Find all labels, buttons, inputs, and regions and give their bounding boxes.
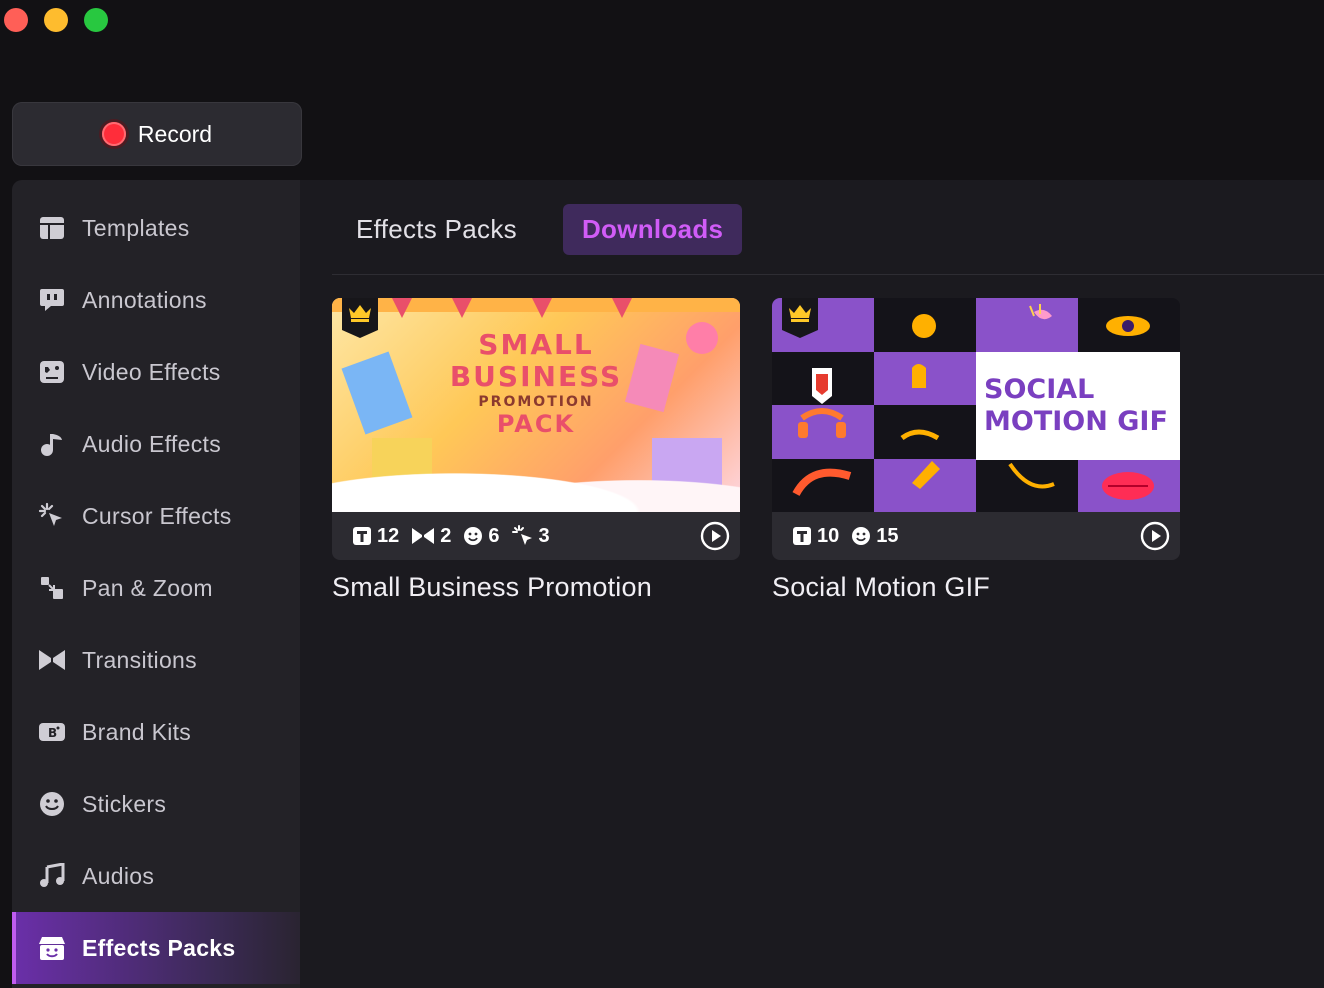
stickers-count: 15	[876, 524, 899, 547]
sidebar-item-annotations[interactable]: Annotations	[12, 264, 300, 336]
pack-title: Social Motion GIF	[772, 572, 990, 602]
transitions-icon	[38, 646, 66, 674]
tab-effects-packs[interactable]: Effects Packs	[340, 204, 533, 255]
premium-crown-icon	[342, 298, 378, 338]
sidebar-item-label: Templates	[82, 214, 190, 241]
tab-divider	[332, 274, 1324, 275]
sidebar-item-transitions[interactable]: Transitions	[12, 624, 300, 696]
pack-stats: 12 2 6 3	[332, 512, 740, 560]
premium-crown-icon	[782, 298, 818, 338]
effects-packs-icon	[38, 934, 66, 962]
titles-count: 12	[377, 524, 400, 547]
titles-count: 10	[817, 524, 840, 547]
thumbnail-title-panel: SOCIAL MOTION GIF	[976, 352, 1180, 460]
audio-effects-icon	[38, 430, 66, 458]
record-label: Record	[137, 120, 213, 147]
thumb-text: PROMOTION	[478, 394, 594, 410]
sidebar-item-label: Audios	[82, 862, 155, 889]
sidebar-item-label: Brand Kits	[82, 718, 192, 745]
pan-zoom-icon	[38, 574, 66, 602]
close-window-button[interactable]	[4, 8, 28, 32]
transitions-count: 2	[440, 524, 452, 547]
thumb-text: BUSINESS	[449, 360, 623, 393]
window-controls	[4, 8, 108, 32]
record-button[interactable]: Record	[12, 102, 302, 166]
sidebar-item-audio-effects[interactable]: Audio Effects	[12, 408, 300, 480]
brand-kits-icon: B	[38, 718, 66, 746]
titles-stat: 12	[352, 525, 399, 548]
tab-bar: Effects Packs Downloads	[340, 204, 743, 255]
stickers-stat: 15	[851, 524, 899, 548]
sidebar-item-audios[interactable]: Audios	[12, 840, 300, 912]
minimize-window-button[interactable]	[44, 8, 68, 32]
tab-downloads[interactable]: Downloads	[562, 204, 743, 255]
annotations-icon	[38, 286, 66, 314]
sidebar-item-label: Video Effects	[82, 358, 221, 385]
main-content: Effects Packs Downloads SMALL BUSINESS P…	[300, 180, 1324, 988]
cursor-effects-icon	[38, 502, 66, 530]
sidebar-item-stickers[interactable]: Stickers	[12, 768, 300, 840]
sidebar-item-label: Cursor Effects	[82, 502, 232, 529]
preview-play-icon[interactable]	[1140, 521, 1170, 557]
stickers-icon	[38, 790, 66, 818]
sidebar-item-cursor-effects[interactable]: Cursor Effects	[12, 480, 300, 552]
titles-stat: 10	[792, 525, 839, 548]
thumbnail-cloud	[332, 452, 740, 512]
thumb-text: MOTION GIF	[984, 406, 1168, 437]
pack-title: Small Business Promotion	[332, 572, 652, 602]
sidebar-item-effects-packs[interactable]: Effects Packs	[12, 912, 300, 984]
sidebar-item-label: Stickers	[82, 790, 167, 817]
stickers-icon	[464, 527, 483, 545]
stickers-icon	[852, 527, 871, 545]
pack-thumbnail[interactable]: SMALL BUSINESS PROMOTION PACK	[332, 298, 740, 512]
sidebar-item-video-effects[interactable]: Video Effects	[12, 336, 300, 408]
audios-icon	[38, 862, 66, 890]
sidebar-item-templates[interactable]: Templates	[12, 192, 300, 264]
stickers-stat: 6	[463, 524, 500, 548]
stickers-count: 6	[488, 524, 500, 547]
preview-play-icon[interactable]	[700, 521, 730, 557]
pack-card-small-business[interactable]: SMALL BUSINESS PROMOTION PACK 12 2 6 3 S…	[332, 298, 740, 603]
transitions-icon	[412, 528, 435, 544]
pack-card-social-motion-gif[interactable]: SOCIAL MOTION GIF 10 15 Social Motion GI…	[772, 298, 1180, 603]
sidebar-item-label: Annotations	[82, 286, 207, 313]
thumb-text: SMALL	[478, 328, 594, 361]
sidebar: Templates Annotations Video Effects Audi…	[12, 180, 300, 988]
templates-icon	[38, 214, 66, 242]
sidebar-item-label: Transitions	[82, 646, 197, 673]
sidebar-item-label: Effects Packs	[82, 934, 236, 961]
video-effects-icon	[38, 358, 66, 386]
titles-icon	[793, 527, 811, 545]
cursor-effects-stat: 3	[511, 524, 550, 548]
pack-stats: 10 15	[772, 512, 1180, 560]
thumb-text: PACK	[496, 410, 576, 438]
sidebar-item-label: Pan & Zoom	[82, 574, 213, 601]
titles-icon	[353, 527, 371, 545]
zoom-window-button[interactable]	[84, 8, 108, 32]
cursor-effects-count: 3	[538, 524, 550, 547]
pack-thumbnail[interactable]: SOCIAL MOTION GIF	[772, 298, 1180, 512]
cursor-effects-icon	[511, 525, 532, 545]
thumb-text: SOCIAL	[984, 374, 1095, 405]
record-dot-icon	[101, 122, 126, 146]
transitions-stat: 2	[411, 525, 451, 548]
sidebar-item-pan-zoom[interactable]: Pan & Zoom	[12, 552, 300, 624]
sidebar-item-label: Audio Effects	[82, 430, 222, 457]
svg-text:B: B	[48, 726, 57, 740]
sidebar-item-brand-kits[interactable]: B Brand Kits	[12, 696, 300, 768]
